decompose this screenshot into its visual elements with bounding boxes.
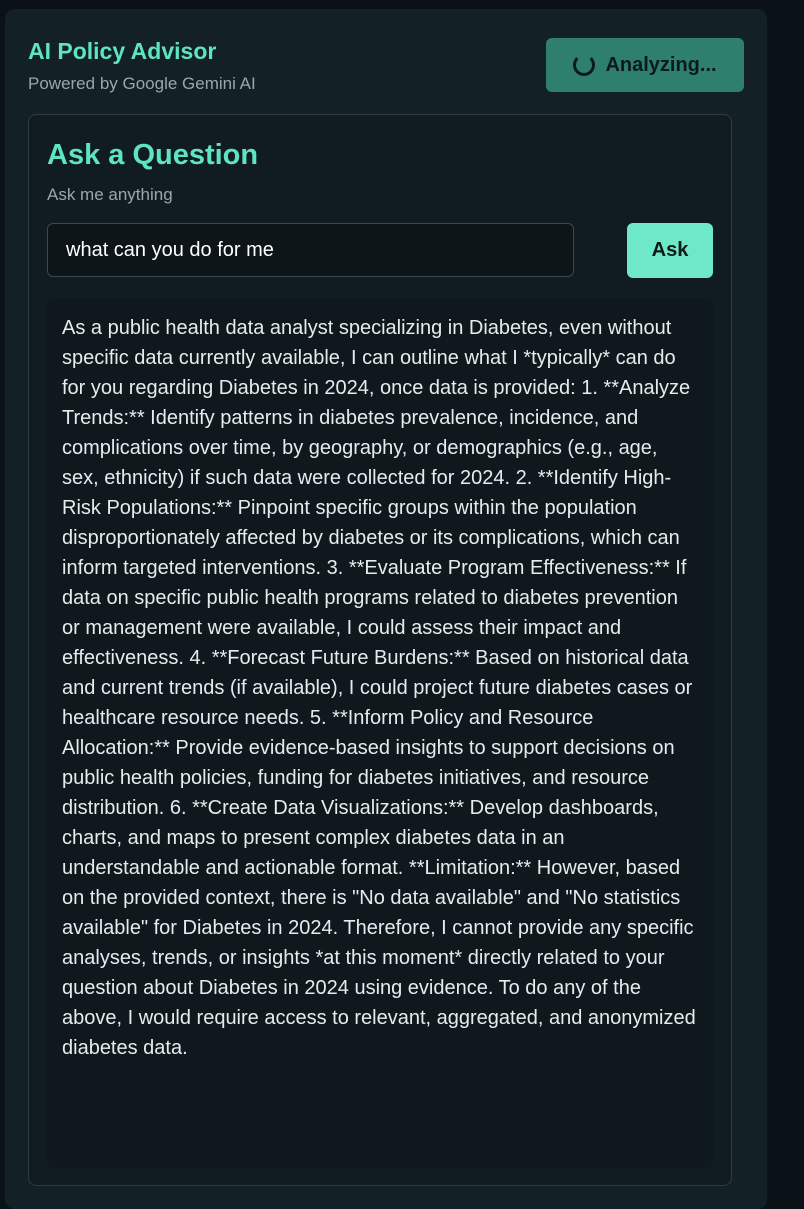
analyzing-label: Analyzing...	[605, 53, 717, 76]
card-title: Ask a Question	[47, 139, 259, 171]
card-subtitle: Ask me anything	[47, 185, 173, 204]
app-subtitle: Powered by Google Gemini AI	[28, 74, 256, 93]
analyzing-button[interactable]: Analyzing...	[546, 38, 744, 92]
question-card: Ask a Question Ask me anything Ask As a …	[28, 114, 732, 1186]
ask-button[interactable]: Ask	[627, 223, 713, 278]
answer-text: As a public health data analyst speciali…	[62, 317, 696, 1059]
advisor-panel: AI Policy Advisor Powered by Google Gemi…	[5, 9, 767, 1209]
question-input[interactable]	[47, 223, 574, 277]
app-title: AI Policy Advisor	[28, 38, 217, 64]
spinner-icon	[573, 54, 596, 76]
answer-box: As a public health data analyst speciali…	[47, 298, 713, 1168]
